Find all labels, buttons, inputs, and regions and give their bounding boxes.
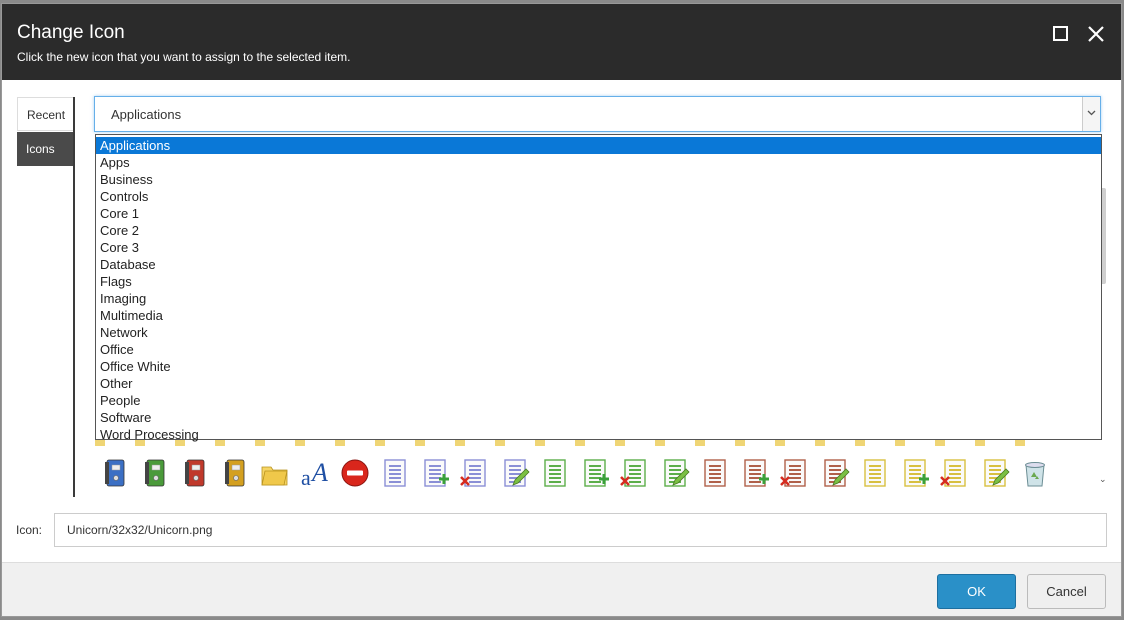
icon-path-input[interactable] bbox=[54, 513, 1107, 547]
recycle-bin-icon[interactable] bbox=[1019, 457, 1051, 489]
dialog-titlebar: Change Icon Click the new icon that you … bbox=[2, 4, 1121, 80]
blue-binder-icon[interactable] bbox=[99, 457, 131, 489]
green-binder-icon[interactable] bbox=[139, 457, 171, 489]
dropdown-option[interactable]: Network bbox=[96, 324, 1101, 341]
ok-button[interactable]: OK bbox=[937, 574, 1016, 609]
yellow-document-icon[interactable] bbox=[859, 457, 891, 489]
yellow-document-add-icon[interactable] bbox=[899, 457, 931, 489]
red-document-add-icon[interactable] bbox=[739, 457, 771, 489]
dropdown-option[interactable]: Flags bbox=[96, 273, 1101, 290]
green-document-add-icon[interactable] bbox=[579, 457, 611, 489]
close-icon[interactable] bbox=[1084, 22, 1108, 46]
dropdown-option[interactable]: Database bbox=[96, 256, 1101, 273]
red-document-icon[interactable] bbox=[699, 457, 731, 489]
tab-recent[interactable]: Recent bbox=[17, 97, 73, 131]
dropdown-option[interactable]: Imaging bbox=[96, 290, 1101, 307]
icon-grid: aA bbox=[95, 440, 1103, 495]
no-entry-icon[interactable] bbox=[339, 457, 371, 489]
chevron-down-icon[interactable] bbox=[1082, 97, 1100, 131]
cancel-button[interactable]: Cancel bbox=[1027, 574, 1106, 609]
green-document-delete-icon[interactable] bbox=[619, 457, 651, 489]
scroll-down-icon[interactable]: ⌄ bbox=[1099, 474, 1107, 485]
yellow-document-delete-icon[interactable] bbox=[939, 457, 971, 489]
red-binder-icon[interactable] bbox=[179, 457, 211, 489]
tab-icons[interactable]: Icons bbox=[17, 132, 73, 166]
dropdown-option[interactable]: Office bbox=[96, 341, 1101, 358]
dialog-footer: OK Cancel bbox=[2, 562, 1121, 616]
dropdown-option[interactable]: Business bbox=[96, 171, 1101, 188]
icon-field-label: Icon: bbox=[16, 523, 43, 537]
dropdown-option[interactable]: Apps bbox=[96, 154, 1101, 171]
dropdown-option[interactable]: Core 3 bbox=[96, 239, 1101, 256]
dropdown-option[interactable]: Applications bbox=[96, 137, 1101, 154]
change-icon-dialog: Change Icon Click the new icon that you … bbox=[1, 3, 1122, 617]
yellow-document-edit-icon[interactable] bbox=[979, 457, 1011, 489]
dropdown-option[interactable]: Software bbox=[96, 409, 1101, 426]
category-select-value: Applications bbox=[111, 107, 182, 122]
dropdown-option[interactable]: Word Processing bbox=[96, 426, 1101, 443]
dropdown-option[interactable]: Core 2 bbox=[96, 222, 1101, 239]
category-select[interactable]: Applications bbox=[94, 96, 1101, 132]
font-icon[interactable]: aA bbox=[299, 457, 331, 490]
dropdown-option[interactable]: People bbox=[96, 392, 1101, 409]
blue-document-add-icon[interactable] bbox=[419, 457, 451, 489]
dropdown-option[interactable]: Multimedia bbox=[96, 307, 1101, 324]
tab-divider bbox=[73, 97, 75, 497]
dialog-title: Change Icon bbox=[17, 22, 125, 43]
dropdown-option[interactable]: Other bbox=[96, 375, 1101, 392]
folders-icon[interactable] bbox=[259, 457, 291, 489]
dropdown-option[interactable]: Office White bbox=[96, 358, 1101, 375]
dialog-subtitle: Click the new icon that you want to assi… bbox=[17, 50, 351, 64]
blue-document-edit-icon[interactable] bbox=[499, 457, 531, 489]
category-dropdown-list: Applications Apps Business Controls Core 1 Co… bbox=[95, 134, 1102, 443]
red-document-delete-icon[interactable] bbox=[779, 457, 811, 489]
svg-text:a: a bbox=[301, 465, 311, 489]
green-document-edit-icon[interactable] bbox=[659, 457, 691, 489]
red-document-edit-icon[interactable] bbox=[819, 457, 851, 489]
blue-document-delete-icon[interactable] bbox=[459, 457, 491, 489]
green-document-icon[interactable] bbox=[539, 457, 571, 489]
yellow-binder-icon[interactable] bbox=[219, 457, 251, 489]
svg-text:A: A bbox=[310, 458, 328, 487]
dropdown-option[interactable]: Controls bbox=[96, 188, 1101, 205]
dropdown-option[interactable]: Core 1 bbox=[96, 205, 1101, 222]
blue-document-icon[interactable] bbox=[379, 457, 411, 489]
maximize-icon[interactable] bbox=[1049, 22, 1073, 46]
icon-source-tabs: Recent Icons bbox=[17, 97, 73, 166]
